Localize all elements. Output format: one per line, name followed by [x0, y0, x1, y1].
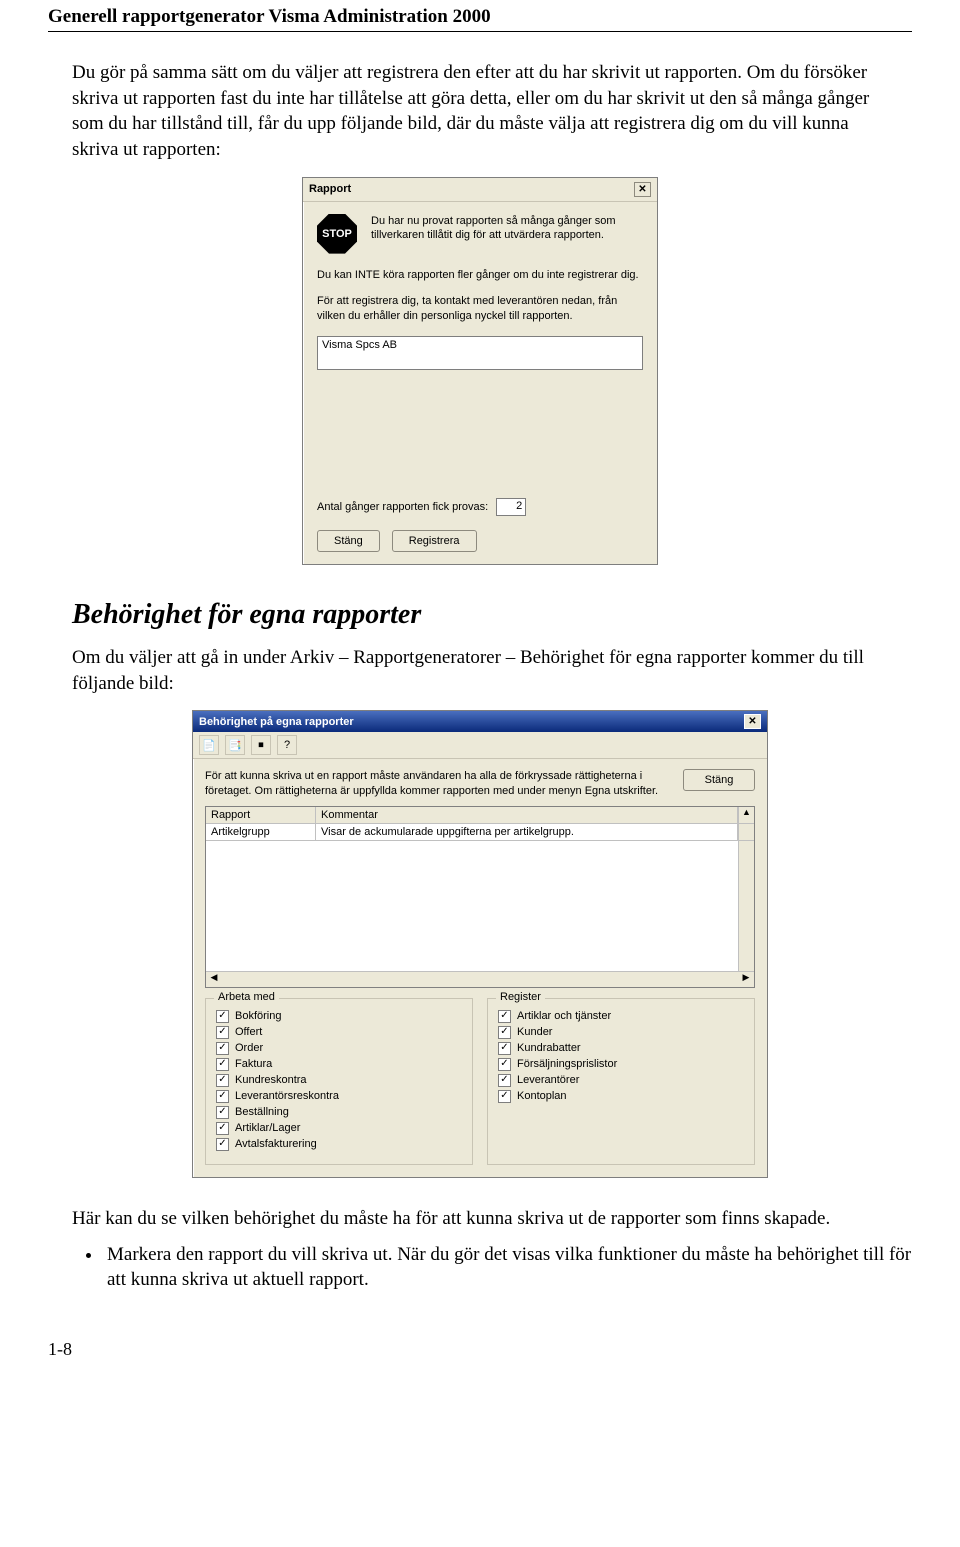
arbeta-item[interactable]: ✓ Kundreskontra — [216, 1074, 462, 1087]
header-rule — [48, 31, 912, 32]
register-label: Försäljningsprislistor — [517, 1058, 617, 1070]
arbeta-label: Leverantörsreskontra — [235, 1090, 339, 1102]
close-button[interactable]: Stäng — [683, 769, 755, 791]
dialog-behorighet-title: Behörighet på egna rapporter — [199, 716, 354, 728]
grid-cell-kommentar: Visar de ackumularade uppgifterna per ar… — [316, 824, 738, 840]
arbeta-item[interactable]: ✓ Bokföring — [216, 1010, 462, 1023]
register-label: Leverantörer — [517, 1074, 579, 1086]
arbeta-label: Artiklar/Lager — [235, 1122, 300, 1134]
toolbar-help-icon[interactable]: ? — [277, 735, 297, 755]
stop-text: Du har nu provat rapporten så många gång… — [371, 214, 643, 254]
dialog-behorighet-info: För att kunna skriva ut en rapport måste… — [205, 769, 669, 798]
arbeta-label: Offert — [235, 1026, 262, 1038]
count-label: Antal gånger rapporten fick provas: — [317, 501, 488, 513]
outro-paragraph: Här kan du se vilken behörighet du måste… — [48, 1206, 912, 1232]
checkbox-icon[interactable]: ✓ — [498, 1010, 511, 1023]
close-button[interactable]: Stäng — [317, 530, 380, 552]
arbeta-label: Faktura — [235, 1058, 272, 1070]
arbeta-item[interactable]: ✓ Leverantörsreskontra — [216, 1090, 462, 1103]
dialog-rapport: Rapport ✕ STOP Du har nu provat rapporte… — [302, 177, 658, 566]
checkbox-icon[interactable]: ✓ — [216, 1106, 229, 1119]
register-button[interactable]: Registrera — [392, 530, 477, 552]
reports-grid[interactable]: Rapport Kommentar ▲ Artikelgrupp Visar d… — [205, 806, 755, 988]
section2-intro: Om du väljer att gå in under Arkiv – Rap… — [48, 645, 912, 696]
checkbox-icon[interactable]: ✓ — [498, 1042, 511, 1055]
register-label: Artiklar och tjänster — [517, 1010, 611, 1022]
toolbar-copy-icon[interactable]: 📑 — [225, 735, 245, 755]
grid-col-kommentar[interactable]: Kommentar — [316, 807, 738, 823]
arbeta-item[interactable]: ✓ Artiklar/Lager — [216, 1122, 462, 1135]
arbeta-item[interactable]: ✓ Offert — [216, 1026, 462, 1039]
table-row[interactable]: Artikelgrupp Visar de ackumularade uppgi… — [206, 824, 754, 841]
arbeta-item[interactable]: ✓ Faktura — [216, 1058, 462, 1071]
register-item[interactable]: ✓ Kontoplan — [498, 1090, 744, 1103]
checkbox-icon[interactable]: ✓ — [216, 1122, 229, 1135]
group-arbeta-title: Arbeta med — [214, 991, 279, 1003]
arbeta-label: Avtalsfakturering — [235, 1138, 317, 1150]
scroll-right-icon[interactable]: ▶ — [738, 972, 754, 987]
stop-icon: STOP — [317, 214, 357, 254]
toolbar-stop-icon[interactable]: ⏹ — [251, 735, 271, 755]
checkbox-icon[interactable]: ✓ — [216, 1042, 229, 1055]
checkbox-icon[interactable]: ✓ — [498, 1058, 511, 1071]
dialog-rapport-p2: Du kan INTE köra rapporten fler gånger o… — [317, 268, 643, 283]
close-icon[interactable]: ✕ — [634, 182, 651, 197]
close-icon[interactable]: ✕ — [744, 714, 761, 729]
arbeta-item[interactable]: ✓ Beställning — [216, 1106, 462, 1119]
checkbox-icon[interactable]: ✓ — [216, 1074, 229, 1087]
checkbox-icon[interactable]: ✓ — [216, 1058, 229, 1071]
section-heading-behorighet: Behörighet för egna rapporter — [72, 599, 912, 631]
register-item[interactable]: ✓ Kundrabatter — [498, 1042, 744, 1055]
grid-cell-rapport: Artikelgrupp — [206, 824, 316, 840]
checkbox-icon[interactable]: ✓ — [498, 1074, 511, 1087]
outro-bullet-1: Markera den rapport du vill skriva ut. N… — [103, 1242, 912, 1293]
arbeta-label: Order — [235, 1042, 263, 1054]
dialog-rapport-title: Rapport — [309, 183, 351, 195]
checkbox-icon[interactable]: ✓ — [498, 1090, 511, 1103]
register-item[interactable]: ✓ Artiklar och tjänster — [498, 1010, 744, 1023]
scroll-up-icon[interactable]: ▲ — [738, 807, 754, 823]
checkbox-icon[interactable]: ✓ — [216, 1026, 229, 1039]
arbeta-item[interactable]: ✓ Avtalsfakturering — [216, 1138, 462, 1151]
toolbar: 📄 📑 ⏹ ? — [193, 732, 767, 759]
group-register: Register ✓Artiklar och tjänster✓Kunder✓K… — [487, 998, 755, 1165]
register-label: Kunder — [517, 1026, 552, 1038]
page-number: 1-8 — [48, 1339, 912, 1360]
arbeta-label: Kundreskontra — [235, 1074, 307, 1086]
register-item[interactable]: ✓ Kunder — [498, 1026, 744, 1039]
grid-col-rapport[interactable]: Rapport — [206, 807, 316, 823]
group-register-title: Register — [496, 991, 545, 1003]
checkbox-icon[interactable]: ✓ — [498, 1026, 511, 1039]
register-label: Kontoplan — [517, 1090, 567, 1102]
register-item[interactable]: ✓ Försäljningsprislistor — [498, 1058, 744, 1071]
vendor-field[interactable]: Visma Spcs AB — [317, 336, 643, 370]
arbeta-label: Beställning — [235, 1106, 289, 1118]
dialog-rapport-p3: För att registrera dig, ta kontakt med l… — [317, 294, 643, 324]
register-item[interactable]: ✓ Leverantörer — [498, 1074, 744, 1087]
arbeta-label: Bokföring — [235, 1010, 281, 1022]
group-arbeta-med: Arbeta med ✓Bokföring✓Offert✓Order✓Faktu… — [205, 998, 473, 1165]
intro-paragraph: Du gör på samma sätt om du väljer att re… — [48, 60, 912, 163]
toolbar-doc-icon[interactable]: 📄 — [199, 735, 219, 755]
checkbox-icon[interactable]: ✓ — [216, 1138, 229, 1151]
page-header-title: Generell rapportgenerator Visma Administ… — [48, 0, 912, 31]
scroll-left-icon[interactable]: ◀ — [206, 972, 222, 987]
checkbox-icon[interactable]: ✓ — [216, 1090, 229, 1103]
register-label: Kundrabatter — [517, 1042, 581, 1054]
count-value: 2 — [496, 498, 526, 516]
checkbox-icon[interactable]: ✓ — [216, 1010, 229, 1023]
dialog-behorighet: Behörighet på egna rapporter ✕ 📄 📑 ⏹ ? F… — [192, 710, 768, 1178]
arbeta-item[interactable]: ✓ Order — [216, 1042, 462, 1055]
